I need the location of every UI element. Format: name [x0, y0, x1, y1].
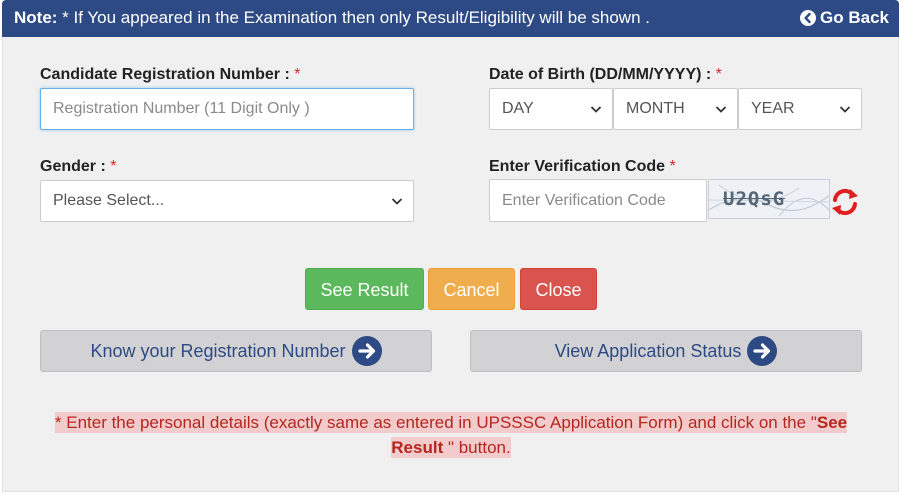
- chevron-down-icon: [715, 106, 727, 113]
- required-mark: *: [294, 66, 301, 83]
- dob-day-select[interactable]: DAY: [489, 88, 613, 130]
- know-registration-number-button[interactable]: Know your Registration Number: [40, 330, 432, 372]
- know-registration-number-label: Know your Registration Number: [90, 340, 346, 361]
- result-page: Note: * If You appeared in the Examinati…: [0, 0, 901, 494]
- view-application-status-label: View Application Status: [554, 340, 742, 361]
- captcha-text: U2QsG: [723, 188, 786, 210]
- dob-year-value: YEAR: [751, 100, 795, 117]
- gender-select[interactable]: Please Select...: [40, 180, 414, 222]
- note-label: Note:: [14, 8, 58, 27]
- notice-highlight: * Enter the personal details (exactly sa…: [54, 412, 848, 458]
- verification-code-input[interactable]: [489, 179, 707, 222]
- dob-label-text: Date of Birth (DD/MM/YYYY) :: [489, 66, 712, 83]
- dob-year-select[interactable]: YEAR: [738, 88, 862, 130]
- gender-label-text: Gender :: [40, 158, 106, 175]
- gender-label: Gender : *: [40, 158, 116, 176]
- see-result-button[interactable]: See Result: [305, 268, 424, 310]
- chevron-down-icon: [590, 106, 602, 113]
- instruction-notice: * Enter the personal details (exactly sa…: [40, 410, 862, 460]
- go-back-link[interactable]: Go Back: [800, 0, 889, 36]
- chevron-down-icon: [839, 106, 851, 113]
- captcha-image: U2QsG: [708, 179, 830, 219]
- verification-code-label: Enter Verification Code *: [489, 158, 676, 176]
- registration-number-label-text: Candidate Registration Number :: [40, 66, 290, 83]
- verification-code-label-text: Enter Verification Code: [489, 158, 666, 175]
- registration-number-label: Candidate Registration Number : *: [40, 66, 301, 84]
- required-mark: *: [669, 158, 676, 175]
- note-text: * If You appeared in the Examination the…: [57, 8, 650, 27]
- dob-month-value: MONTH: [626, 100, 685, 117]
- dob-month-select[interactable]: MONTH: [613, 88, 738, 130]
- cancel-button[interactable]: Cancel: [428, 268, 515, 310]
- close-button[interactable]: Close: [520, 268, 597, 310]
- notice-text-1: * Enter the personal details (exactly sa…: [54, 413, 817, 432]
- notice-text-2: " button.: [443, 438, 511, 457]
- registration-number-input[interactable]: [40, 88, 414, 130]
- header-bar: Note: * If You appeared in the Examinati…: [2, 0, 899, 37]
- chevron-down-icon: [391, 198, 403, 205]
- dob-day-value: DAY: [502, 100, 534, 117]
- required-mark: *: [715, 66, 722, 83]
- arrow-circle-right-icon: [747, 336, 778, 366]
- gender-value: Please Select...: [53, 192, 165, 209]
- go-back-label: Go Back: [820, 8, 889, 27]
- refresh-icon[interactable]: [829, 186, 861, 218]
- view-application-status-button[interactable]: View Application Status: [470, 330, 862, 372]
- header-note: Note: * If You appeared in the Examinati…: [14, 0, 650, 36]
- required-mark: *: [110, 158, 117, 175]
- arrow-circle-right-icon: [351, 336, 382, 366]
- dob-label: Date of Birth (DD/MM/YYYY) : *: [489, 66, 722, 84]
- arrow-circle-left-icon: [800, 10, 817, 26]
